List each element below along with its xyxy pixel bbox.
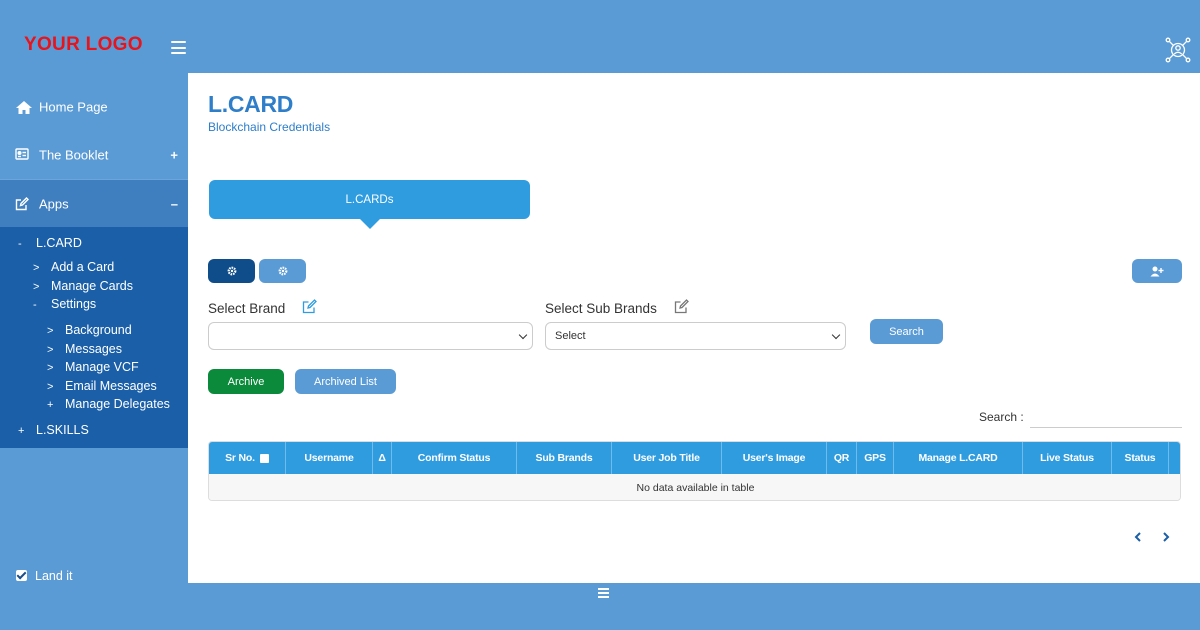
edit-icon — [15, 196, 31, 211]
collapse-icon: - — [18, 238, 22, 250]
footer-menu-icon[interactable] — [598, 588, 609, 598]
submenu-label: Manage Cards — [51, 279, 133, 293]
sub-brands-select-value: Select — [555, 330, 586, 342]
logo[interactable]: YOUR LOGO — [24, 34, 143, 56]
column-header[interactable]: Status — [1112, 442, 1169, 474]
table-search-label: Search : — [979, 410, 1024, 424]
sidebar-item-label: Apps — [39, 196, 69, 211]
edit-sub-brands-icon[interactable] — [674, 299, 689, 314]
submenu-label: L.CARD — [36, 236, 82, 250]
submenu-item-manage-vcf[interactable]: > Manage VCF — [47, 360, 139, 374]
gear-icon — [278, 266, 287, 276]
sub-brands-select[interactable]: Select — [545, 322, 846, 350]
table-search-input[interactable] — [1030, 406, 1182, 428]
submenu-label: Messages — [65, 342, 122, 356]
submenu-label: Settings — [51, 297, 97, 311]
top-bar: YOUR LOGO — [0, 0, 1200, 73]
submenu-label: Manage VCF — [65, 360, 139, 374]
expand-icon: + — [18, 425, 25, 437]
chevron-right-icon: > — [33, 262, 40, 274]
archive-button[interactable]: Archive — [208, 369, 284, 394]
page-subtitle: Blockchain Credentials — [208, 120, 331, 134]
chevron-right-icon: > — [33, 281, 40, 293]
select-sub-brands-label: Select Sub Brands — [545, 301, 657, 316]
hamburger-icon[interactable] — [171, 41, 186, 54]
chevron-down-icon — [518, 330, 528, 340]
sidebar-item-booklet[interactable]: The Booklet + — [0, 131, 188, 179]
user-network-icon[interactable] — [1165, 37, 1191, 63]
chevron-right-icon: > — [47, 381, 54, 393]
column-header[interactable]: QR — [827, 442, 857, 474]
chevron-right-icon[interactable] — [1159, 530, 1173, 544]
expand-icon: + — [47, 399, 54, 411]
submenu-label: Background — [65, 323, 132, 337]
page-title: L.CARD — [208, 91, 294, 117]
column-header[interactable]: Live Status — [1023, 442, 1112, 474]
column-header[interactable]: User's Image — [722, 442, 827, 474]
main-content: L.CARD Blockchain Credentials L.CARDs Se… — [188, 73, 1200, 583]
column-header-label: Sr No. — [225, 452, 255, 464]
search-button[interactable]: Search — [870, 319, 943, 344]
column-header[interactable]: Manage L.CARD — [894, 442, 1023, 474]
chevron-right-icon: > — [47, 362, 54, 374]
select-brand-label: Select Brand — [208, 301, 286, 316]
expand-icon: + — [170, 147, 178, 163]
select-all-checkbox[interactable] — [259, 453, 269, 463]
cards-table: Sr No. Username Δ Confirm Status Sub Bra… — [208, 441, 1181, 501]
submenu-item-add-card[interactable]: > Add a Card — [33, 260, 114, 274]
sidebar-item-label: Home Page — [39, 99, 108, 115]
add-user-button[interactable] — [1132, 259, 1182, 283]
submenu-item-email-messages[interactable]: > Email Messages — [47, 379, 157, 393]
chevron-right-icon: > — [47, 325, 54, 337]
submenu-item-lcard[interactable]: - L.CARD — [18, 236, 82, 250]
table-header: Sr No. Username Δ Confirm Status Sub Bra… — [209, 442, 1180, 474]
land-it-checkbox[interactable]: Land it — [16, 569, 73, 583]
edit-brand-icon[interactable] — [302, 299, 317, 314]
submenu-item-background[interactable]: > Background — [47, 323, 132, 337]
submenu-item-manage-cards[interactable]: > Manage Cards — [33, 279, 133, 293]
home-icon — [15, 100, 32, 114]
submenu-label: Manage Delegates — [65, 397, 170, 411]
add-user-icon — [1150, 266, 1164, 276]
brand-select[interactable] — [208, 322, 533, 350]
land-it-label: Land it — [35, 569, 73, 583]
column-header[interactable]: User Job Title — [612, 442, 722, 474]
tab-lcards[interactable]: L.CARDs — [209, 180, 530, 230]
chevron-down-icon — [831, 330, 841, 340]
submenu-label: Email Messages — [65, 379, 157, 393]
column-header[interactable]: Sub Brands — [517, 442, 612, 474]
archived-list-button[interactable]: Archived List — [295, 369, 396, 394]
submenu-item-lskills[interactable]: + L.SKILLS — [18, 423, 89, 437]
tab-label[interactable]: L.CARDs — [209, 180, 530, 219]
submenu-label: L.SKILLS — [36, 423, 89, 437]
settings-button-primary[interactable] — [208, 259, 255, 283]
chevron-right-icon: > — [47, 344, 54, 356]
collapse-icon: – — [170, 196, 178, 211]
column-header[interactable]: Username — [286, 442, 373, 474]
checkbox-checked-icon[interactable] — [16, 570, 27, 581]
column-header[interactable]: Sr No. — [209, 442, 286, 474]
sidebar-item-apps[interactable]: Apps – — [0, 179, 188, 227]
gear-icon — [227, 266, 236, 276]
apps-submenu: - L.CARD > Add a Card > Manage Cards - Setti… — [0, 227, 188, 448]
settings-button-secondary[interactable] — [259, 259, 306, 283]
column-header[interactable]: Δ — [373, 442, 392, 474]
column-header[interactable]: GPS — [857, 442, 894, 474]
submenu-item-settings[interactable]: - Settings — [33, 297, 96, 311]
id-card-icon — [15, 148, 31, 162]
table-empty-message: No data available in table — [209, 474, 1180, 500]
sidebar-item-label: The Booklet — [39, 147, 109, 163]
sidebar-item-home[interactable]: Home Page — [0, 83, 188, 131]
chevron-left-icon[interactable] — [1131, 530, 1145, 544]
submenu-label: Add a Card — [51, 260, 115, 274]
submenu-item-messages[interactable]: > Messages — [47, 342, 122, 356]
tab-active-indicator — [360, 219, 380, 229]
collapse-icon: - — [33, 299, 37, 311]
submenu-item-manage-delegates[interactable]: + Manage Delegates — [47, 397, 170, 411]
column-header[interactable]: Confirm Status — [392, 442, 517, 474]
